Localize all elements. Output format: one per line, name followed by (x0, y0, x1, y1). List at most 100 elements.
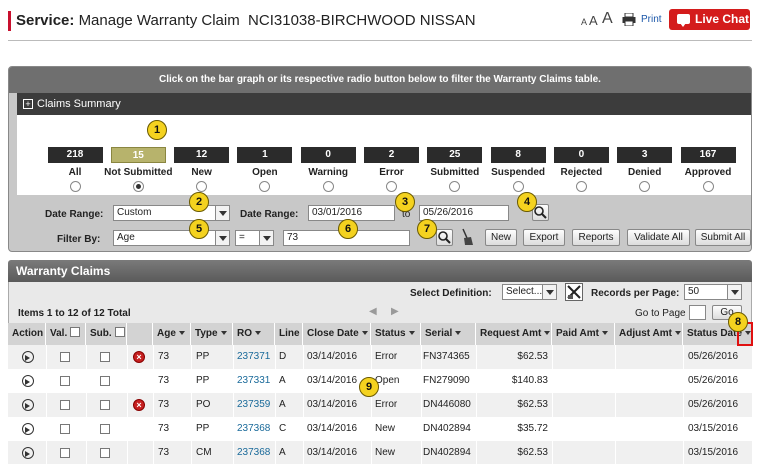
table-row[interactable]: 73 CM 237368 A 03/14/2016 New DN402894 $62.53 03… (8, 441, 752, 464)
col-sub[interactable]: Sub. (86, 323, 127, 345)
cell-status: New (375, 423, 396, 434)
count-bar-warning[interactable]: 0 (300, 147, 356, 163)
filter-search-button[interactable] (436, 229, 453, 246)
validate-checkbox[interactable] (60, 448, 70, 458)
font-size-large-button[interactable]: A (602, 10, 613, 28)
radio-warning[interactable] (322, 181, 334, 192)
column-settings-icon[interactable] (565, 283, 583, 301)
date-from-input[interactable]: 03/01/2016 (308, 205, 395, 221)
count-bar-not-submitted[interactable]: 15 (110, 147, 166, 163)
submit-all-button[interactable]: Submit All (695, 229, 751, 246)
count-bar-all[interactable]: 218 (47, 147, 103, 163)
validate-checkbox[interactable] (60, 376, 70, 386)
validate-all-button[interactable]: Validate All (627, 229, 690, 246)
col-serial[interactable]: Serial (421, 323, 476, 345)
submit-checkbox[interactable] (100, 448, 110, 458)
radio-not-submitted[interactable] (132, 181, 144, 192)
col-ro[interactable]: RO (233, 323, 275, 345)
open-claim-arrow-icon[interactable] (22, 375, 34, 387)
cell-ro[interactable]: 237368 (237, 417, 270, 441)
cell-status-date: 03/15/2016 (688, 423, 739, 434)
table-row[interactable]: × 73 PP 237371 D 03/14/2016 Error FN374365 $62.5… (8, 345, 752, 369)
sub-all-checkbox[interactable] (114, 327, 125, 337)
col-adjust-amt[interactable]: Adjust Amt (615, 323, 683, 345)
col-type[interactable]: Type (191, 323, 233, 345)
next-page-icon[interactable]: ▶ (391, 306, 399, 317)
radio-submitted[interactable] (449, 181, 461, 192)
error-icon[interactable]: × (133, 351, 145, 363)
font-size-small-button[interactable]: A (581, 17, 587, 27)
validate-checkbox[interactable] (60, 400, 70, 410)
cell-ro[interactable]: 237371 (237, 345, 270, 369)
cell-serial: FN374365 (423, 351, 470, 362)
open-claim-arrow-icon[interactable] (22, 351, 34, 363)
cell-ro[interactable]: 237368 (237, 441, 270, 464)
count-bar-rejected[interactable]: 0 (553, 147, 609, 163)
cell-age: 73 (158, 423, 170, 434)
submit-checkbox[interactable] (100, 400, 110, 410)
live-chat-button[interactable]: Live Chat (669, 9, 750, 30)
open-claim-arrow-icon[interactable] (22, 423, 34, 435)
table-row[interactable]: 73 PP 237331 A 03/14/2016 Open FN279090 $140.83… (8, 369, 752, 393)
select-definition-dropdown[interactable]: Select... (502, 284, 557, 300)
font-size-medium-button[interactable]: A (589, 13, 598, 28)
new-button[interactable]: New (485, 229, 517, 246)
col-serial-label: Serial (425, 328, 453, 339)
expand-plus-icon[interactable]: + (23, 99, 33, 109)
submit-checkbox[interactable] (100, 424, 110, 434)
table-row[interactable]: 73 PP 237368 C 03/14/2016 New DN402894 $35.72 03… (8, 417, 752, 441)
count-bar-denied[interactable]: 3 (617, 147, 673, 163)
radio-suspended[interactable] (512, 181, 524, 192)
count-bar-approved[interactable]: 167 (680, 147, 736, 163)
cell-ro[interactable]: 237359 (237, 393, 270, 417)
print-link[interactable]: Print (641, 14, 662, 25)
count-bar-error[interactable]: 2 (364, 147, 419, 163)
col-paid-amt[interactable]: Paid Amt (552, 323, 615, 345)
radio-denied[interactable] (639, 181, 651, 192)
radio-all[interactable] (69, 181, 81, 192)
claims-summary-toggle[interactable]: + Claims Summary (17, 93, 751, 115)
cell-status: Error (375, 399, 398, 410)
radio-rejected[interactable] (575, 181, 587, 192)
export-button[interactable]: Export (523, 229, 565, 246)
validate-checkbox[interactable] (60, 352, 70, 362)
records-per-page-select[interactable]: 50 (684, 284, 742, 300)
clear-filter-broom-icon[interactable] (459, 228, 475, 246)
radio-approved[interactable] (702, 181, 714, 192)
radio-open[interactable] (259, 181, 271, 192)
open-claim-arrow-icon[interactable] (22, 399, 34, 411)
date-to-input[interactable]: 05/26/2016 (419, 205, 509, 221)
count-bar-submitted[interactable]: 25 (427, 147, 483, 163)
cell-ro[interactable]: 237331 (237, 369, 270, 393)
cell-line: A (279, 399, 286, 410)
column-divider (615, 441, 616, 464)
open-claim-arrow-icon[interactable] (22, 447, 34, 459)
col-request-amt[interactable]: Request Amt (476, 323, 552, 345)
filter-operator-select[interactable]: = (235, 230, 274, 246)
submit-checkbox[interactable] (100, 376, 110, 386)
column-divider (86, 369, 87, 393)
validate-checkbox[interactable] (60, 424, 70, 434)
reports-button[interactable]: Reports (572, 229, 620, 246)
col-status[interactable]: Status (371, 323, 421, 345)
table-row[interactable]: × 73 PO 237359 A 03/14/2016 Error DN446080 $62.5… (8, 393, 752, 417)
printer-icon[interactable] (622, 13, 636, 26)
error-icon[interactable]: × (133, 399, 145, 411)
count-bar-open[interactable]: 1 (237, 147, 293, 163)
col-val[interactable]: Val. (46, 323, 86, 345)
submit-checkbox[interactable] (100, 352, 110, 362)
radio-new[interactable] (196, 181, 208, 192)
count-bar-new[interactable]: 12 (174, 147, 230, 163)
col-age[interactable]: Age (153, 323, 191, 345)
col-close-date[interactable]: Close Date (303, 323, 371, 345)
date-range-select[interactable]: Custom (113, 205, 230, 221)
radio-error[interactable] (386, 181, 397, 192)
column-divider (191, 369, 192, 393)
val-all-checkbox[interactable] (70, 327, 81, 337)
count-bar-suspended[interactable]: 8 (490, 147, 546, 163)
col-sub-label: Sub. (90, 328, 112, 339)
filter-field-select[interactable]: Age (113, 230, 230, 246)
go-to-page-input[interactable] (689, 305, 706, 320)
prev-page-icon[interactable]: ◀ (369, 306, 377, 317)
col-icon (127, 323, 153, 345)
